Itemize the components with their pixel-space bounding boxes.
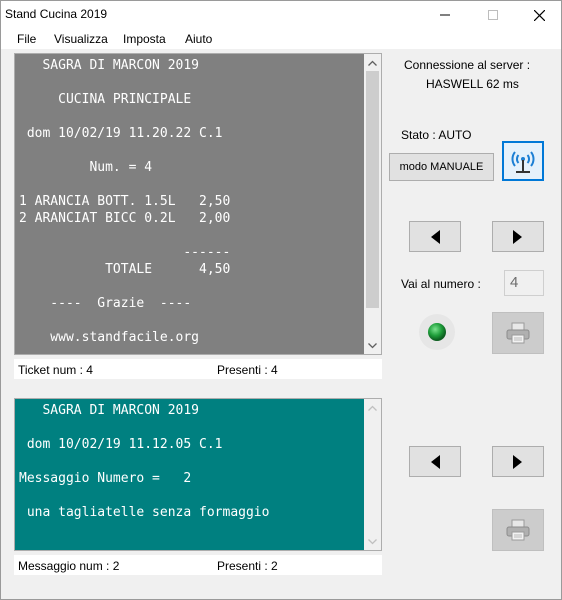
menu-imposta[interactable]: Imposta xyxy=(123,32,166,46)
goto-number-value: 4 xyxy=(510,274,519,291)
ticket-line: SAGRA DI MARCON 2019 xyxy=(19,58,200,73)
chevron-up-icon xyxy=(368,60,377,66)
ticket-line: www.standfacile.org xyxy=(19,330,200,345)
ticket-line: CUCINA PRINCIPALE xyxy=(19,92,192,107)
message-line: una tagliatelle senza formaggio xyxy=(19,505,270,520)
goto-number-label: Vai al numero : xyxy=(401,277,481,291)
ticket-display[interactable]: SAGRA DI MARCON 2019 CUCINA PRINCIPALE d… xyxy=(14,53,382,355)
printer-icon xyxy=(506,322,530,344)
ticket-line: ------ xyxy=(19,245,231,260)
title-bar: Stand Cucina 2019 xyxy=(1,1,561,29)
scroll-up-arrow[interactable] xyxy=(364,399,381,416)
message-number-label: Messaggio num : 2 xyxy=(18,559,120,573)
server-status-value: HASWELL 62 ms xyxy=(426,77,519,91)
chevron-down-icon xyxy=(368,538,377,544)
message-next-button[interactable] xyxy=(492,446,544,477)
mode-button-label: modo MANUALE xyxy=(399,161,484,173)
arrow-left-icon xyxy=(431,454,440,469)
printer-icon xyxy=(506,519,530,541)
arrow-left-icon xyxy=(431,229,440,244)
message-line: dom 10/02/19 11.12.05 C.1 xyxy=(19,437,223,452)
ticket-scrollbar[interactable] xyxy=(364,54,381,354)
menu-file[interactable]: File xyxy=(17,32,36,46)
antenna-icon xyxy=(511,151,535,173)
ticket-line xyxy=(19,278,230,295)
ticket-presenti-label: Presenti : 4 xyxy=(217,363,278,377)
ticket-line: 2 ARANCIAT BICC 0.2L 2,00 xyxy=(19,211,231,226)
window-title: Stand Cucina 2019 xyxy=(5,7,108,21)
menu-aiuto[interactable]: Aiuto xyxy=(185,32,212,46)
status-led-icon xyxy=(428,323,446,341)
ticket-line: dom 10/02/19 11.20.22 C.1 xyxy=(19,126,223,141)
message-line xyxy=(19,487,269,504)
goto-number-input[interactable]: 4 xyxy=(504,270,544,296)
ticket-line xyxy=(19,227,230,244)
chevron-up-icon xyxy=(368,405,377,411)
menu-bar: File Visualizza Imposta Aiuto xyxy=(1,29,561,49)
message-presenti-label: Presenti : 2 xyxy=(217,559,278,573)
status-led-bg xyxy=(419,314,455,350)
minimize-icon xyxy=(440,14,450,16)
connection-label: Connessione al server : xyxy=(404,58,531,72)
menu-visualizza[interactable]: Visualizza xyxy=(54,32,108,46)
app-window: Stand Cucina 2019 File Visualizza Impost… xyxy=(0,0,562,600)
print-message-button[interactable] xyxy=(492,509,544,551)
ticket-line xyxy=(19,142,230,159)
message-scrollbar[interactable] xyxy=(364,399,381,550)
arrow-right-icon xyxy=(513,454,522,469)
scroll-thumb[interactable] xyxy=(366,71,379,308)
ticket-line xyxy=(19,176,230,193)
message-line xyxy=(19,419,269,436)
close-icon xyxy=(533,9,545,21)
arrow-right-icon xyxy=(513,229,522,244)
ticket-line xyxy=(19,312,230,329)
ticket-next-button[interactable] xyxy=(492,221,544,252)
message-display[interactable]: SAGRA DI MARCON 2019 dom 10/02/19 11.12.… xyxy=(14,398,382,551)
ticket-line: ---- Grazie ---- xyxy=(19,296,192,311)
chevron-down-icon xyxy=(368,342,377,348)
ticket-line: 1 ARANCIA BOTT. 1.5L 2,50 xyxy=(19,194,231,209)
maximize-button[interactable] xyxy=(470,1,516,29)
mode-manuale-button[interactable]: modo MANUALE xyxy=(389,153,494,181)
ticket-status-bar: Ticket num : 4 Presenti : 4 xyxy=(14,359,382,379)
ticket-text: SAGRA DI MARCON 2019 CUCINA PRINCIPALE d… xyxy=(15,57,230,346)
scroll-down-arrow[interactable] xyxy=(364,533,381,550)
message-prev-button[interactable] xyxy=(409,446,461,477)
ticket-number-label: Ticket num : 4 xyxy=(18,363,93,377)
print-ticket-button[interactable] xyxy=(492,312,544,354)
connection-toggle-button[interactable] xyxy=(502,141,544,181)
minimize-button[interactable] xyxy=(422,1,468,29)
message-text: SAGRA DI MARCON 2019 dom 10/02/19 11.12.… xyxy=(15,402,269,521)
message-status-bar: Messaggio num : 2 Presenti : 2 xyxy=(14,555,382,575)
ticket-line: Num. = 4 xyxy=(19,160,153,175)
message-line: Messaggio Numero = 2 xyxy=(19,471,192,486)
maximize-icon xyxy=(488,10,498,20)
close-button[interactable] xyxy=(516,1,562,29)
stato-label: Stato : AUTO xyxy=(401,128,472,142)
message-line: SAGRA DI MARCON 2019 xyxy=(19,403,200,418)
message-line xyxy=(19,453,269,470)
scroll-up-arrow[interactable] xyxy=(364,54,381,71)
ticket-line xyxy=(19,74,230,91)
ticket-line: TOTALE 4,50 xyxy=(19,262,231,277)
ticket-line xyxy=(19,108,230,125)
ticket-prev-button[interactable] xyxy=(409,221,461,252)
scroll-down-arrow[interactable] xyxy=(364,337,381,354)
